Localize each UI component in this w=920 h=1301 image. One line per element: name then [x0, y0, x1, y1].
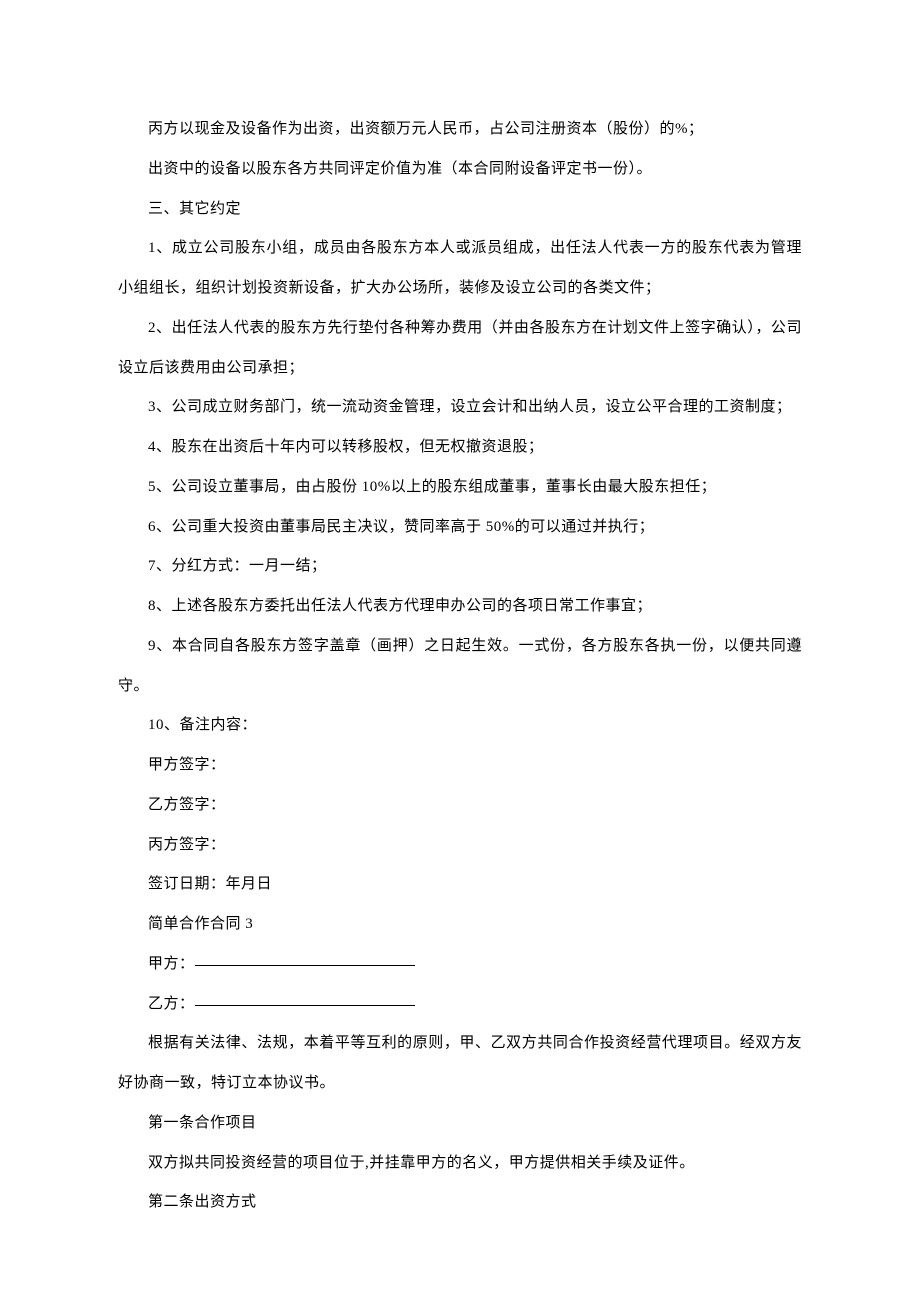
contract-title: 简单合作合同 3 [118, 905, 802, 945]
party-a-field: 甲方： [118, 945, 802, 985]
article-heading: 第二条出资方式 [118, 1183, 802, 1223]
paragraph: 出资中的设备以股东各方共同评定价值为准（本合同附设备评定书一份）。 [118, 150, 802, 190]
paragraph: 1、成立公司股东小组，成员由各股东方本人或派员组成，出任法人代表一方的股东代表为… [118, 229, 802, 309]
signature-party-b: 乙方签字： [118, 786, 802, 826]
paragraph: 根据有关法律、法规，本着平等互利的原则，甲、乙双方共同合作投资经营代理项目。经双… [118, 1024, 802, 1104]
paragraph: 5、公司设立董事局，由占股份 10%以上的股东组成董事，董事长由最大股东担任； [118, 468, 802, 508]
paragraph: 10、备注内容： [118, 706, 802, 746]
paragraph: 9、本合同自各股东方签字盖章（画押）之日起生效。一式份，各方股东各执一份，以便共… [118, 627, 802, 707]
paragraph: 6、公司重大投资由董事局民主决议，赞同率高于 50%的可以通过并执行； [118, 508, 802, 548]
paragraph: 双方拟共同投资经营的项目位于,并挂靠甲方的名义，甲方提供相关手续及证件。 [118, 1144, 802, 1184]
signing-date: 签订日期：年月日 [118, 865, 802, 905]
party-a-label: 甲方： [148, 956, 195, 972]
paragraph: 丙方以现金及设备作为出资，出资额万元人民币，占公司注册资本（股份）的%； [118, 110, 802, 150]
party-b-label: 乙方： [148, 996, 195, 1012]
document-content: 丙方以现金及设备作为出资，出资额万元人民币，占公司注册资本（股份）的%； 出资中… [118, 110, 802, 1223]
paragraph: 3、公司成立财务部门，统一流动资金管理，设立会计和出纳人员，设立公平合理的工资制… [118, 388, 802, 428]
paragraph: 4、股东在出资后十年内可以转移股权，但无权撤资退股； [118, 428, 802, 468]
paragraph: 8、上述各股东方委托出任法人代表方代理申办公司的各项日常工作事宜； [118, 587, 802, 627]
article-heading: 第一条合作项目 [118, 1104, 802, 1144]
paragraph: 7、分红方式：一月一结； [118, 547, 802, 587]
blank-underline [195, 965, 415, 966]
party-b-field: 乙方： [118, 985, 802, 1025]
signature-party-a: 甲方签字： [118, 746, 802, 786]
paragraph: 2、出任法人代表的股东方先行垫付各种筹办费用（并由各股东方在计划文件上签字确认）… [118, 309, 802, 389]
signature-party-c: 丙方签字： [118, 826, 802, 866]
paragraph: 三、其它约定 [118, 190, 802, 230]
blank-underline [195, 1005, 415, 1006]
